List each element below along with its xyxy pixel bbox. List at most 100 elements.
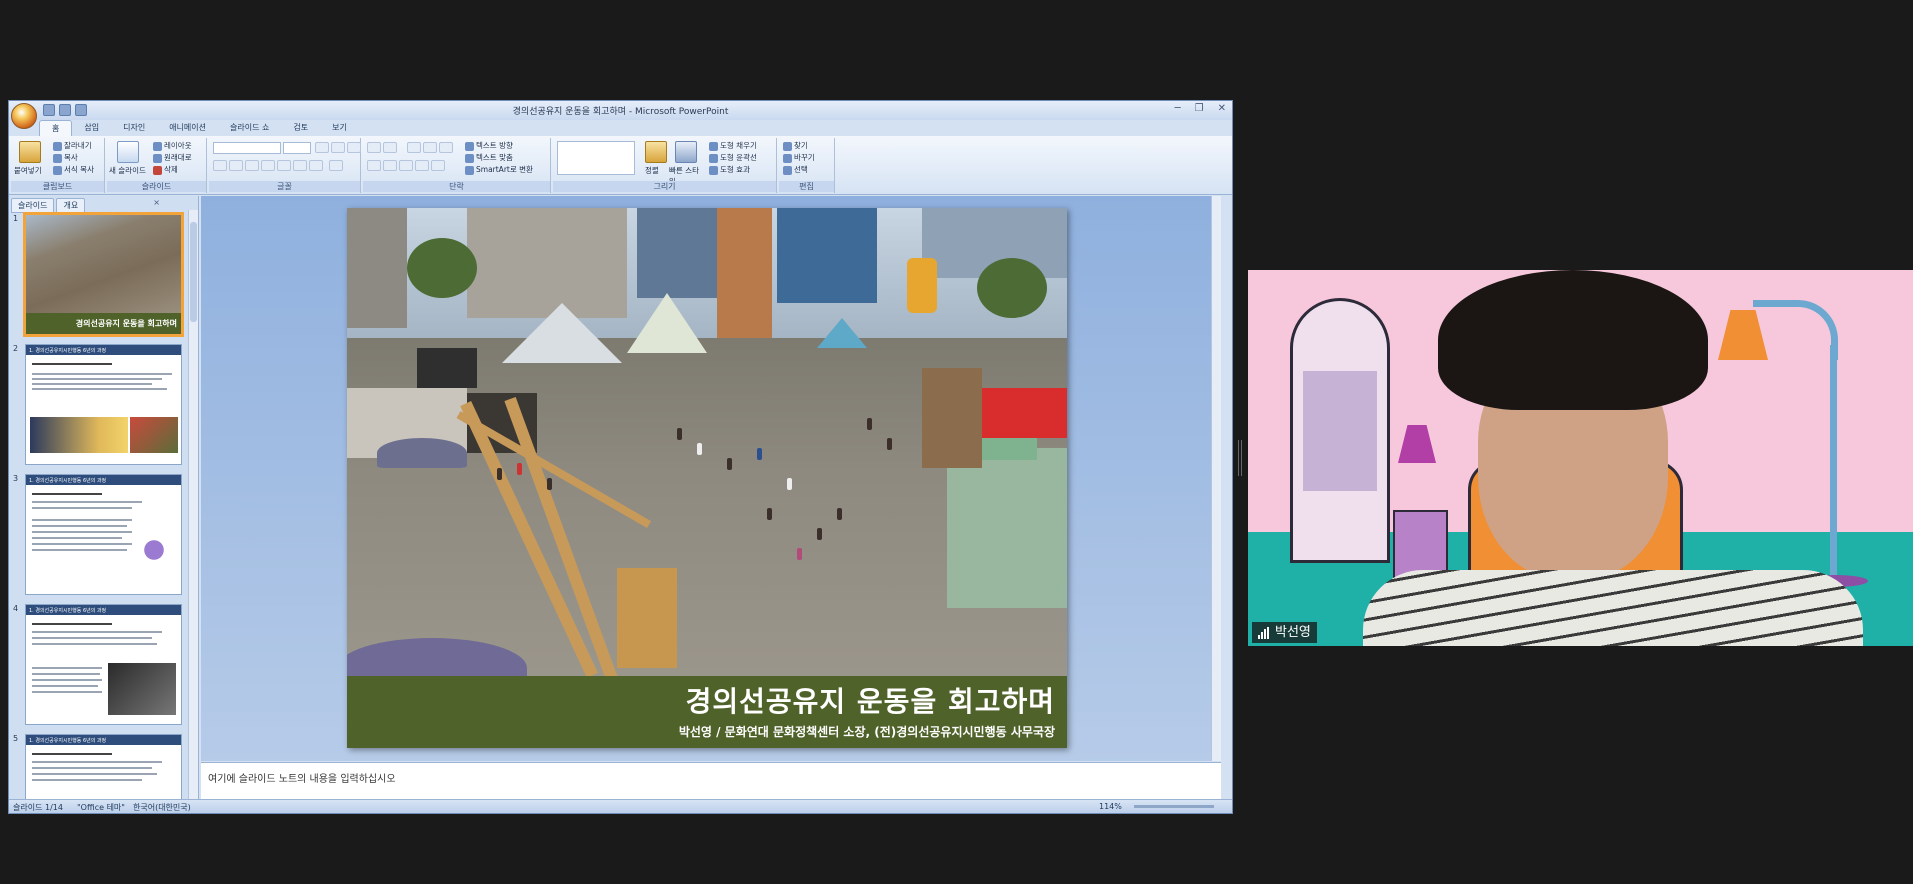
building: [347, 208, 407, 328]
thumbnail-text-line: [32, 643, 157, 645]
align-center-button[interactable]: [383, 160, 397, 171]
underline-button[interactable]: [245, 160, 259, 171]
thumbnail-text-line: [32, 549, 127, 551]
thumbnail-text-line: [32, 537, 122, 539]
shrink-font-button[interactable]: [331, 142, 345, 153]
grow-font-button[interactable]: [315, 142, 329, 153]
smartart-button[interactable]: SmartArt로 변환: [465, 164, 533, 175]
layout-button[interactable]: 레이아웃: [153, 140, 192, 151]
tab-slideshow[interactable]: 슬라이드 쇼: [218, 120, 281, 136]
format-painter-button[interactable]: 서식 복사: [53, 164, 94, 175]
quick-styles-icon[interactable]: [675, 141, 697, 163]
align-right-button[interactable]: [399, 160, 413, 171]
background-doorway: [1290, 298, 1390, 563]
tab-animations[interactable]: 애니메이션: [157, 120, 218, 136]
restore-button[interactable]: ❐: [1195, 103, 1204, 114]
slide-thumbnail-4[interactable]: 1. 경의선공유지시민행동 6년의 과정: [25, 604, 182, 725]
paste-icon[interactable]: [19, 141, 41, 163]
thumbnail-caption: 1. 경의선공유지시민행동 6년의 과정: [26, 735, 181, 745]
justify-button[interactable]: [415, 160, 429, 171]
tab-review[interactable]: 검토: [281, 120, 320, 136]
paste-button[interactable]: 붙여넣기: [14, 165, 42, 176]
minimize-button[interactable]: ─: [1175, 103, 1181, 114]
find-button[interactable]: 찾기: [783, 140, 808, 151]
new-slide-icon[interactable]: [117, 141, 139, 163]
notes-placeholder[interactable]: 여기에 슬라이드 노트의 내용을 입력하십시오: [208, 770, 396, 785]
pane-close-button[interactable]: ×: [153, 198, 160, 207]
new-slide-button[interactable]: 새 슬라이드: [109, 165, 149, 176]
align-left-button[interactable]: [367, 160, 381, 171]
cut-button[interactable]: 잘라내기: [53, 140, 92, 151]
tab-insert[interactable]: 삽입: [72, 120, 111, 136]
italic-button[interactable]: [229, 160, 243, 171]
thumbnail-image: [108, 663, 176, 715]
reset-button[interactable]: 원래대로: [153, 152, 192, 163]
split-handle[interactable]: [1238, 440, 1242, 476]
ribbon: 붙여넣기 잘라내기 복사 서식 복사 클립보드 새 슬라이드 레이아웃 원래대로…: [9, 136, 1232, 195]
shape-effects-button[interactable]: 도형 효과: [709, 164, 750, 175]
line-spacing-button[interactable]: [439, 142, 453, 153]
slide-thumbnail-5[interactable]: 1. 경의선공유지시민행동 6년의 과정: [25, 734, 182, 800]
font-name-box[interactable]: [213, 142, 281, 154]
select-button[interactable]: 선택: [783, 164, 808, 175]
bold-button[interactable]: [213, 160, 227, 171]
slide-subtitle[interactable]: 박선영 / 문화연대 문화정책센터 소장, (전)경의선공유지시민행동 사무국장: [679, 723, 1055, 740]
spacing-button[interactable]: [293, 160, 307, 171]
columns-button[interactable]: [431, 160, 445, 171]
slide-thumbnail-1[interactable]: 경의선공유지 운동을 회고하며: [23, 212, 184, 337]
delete-slide-button[interactable]: 삭제: [153, 164, 178, 175]
person: [517, 463, 522, 475]
slide-title[interactable]: 경의선공유지 운동을 회고하며: [686, 680, 1055, 720]
replace-button[interactable]: 바꾸기: [783, 152, 815, 163]
notes-pane[interactable]: 여기에 슬라이드 노트의 내용을 입력하십시오: [201, 762, 1221, 799]
strikethrough-button[interactable]: [261, 160, 275, 171]
text-direction-button[interactable]: 텍스트 방향: [465, 140, 513, 151]
zoom-slider[interactable]: [1134, 805, 1214, 808]
thumbnail-text-line: [32, 691, 102, 693]
shape-fill-button[interactable]: 도형 채우기: [709, 140, 757, 151]
thumbnail-list: 1 경의선공유지 운동을 회고하며 2 1. 경의선공유지시민행동 6년의 과정…: [9, 210, 187, 800]
reset-icon: [153, 153, 162, 163]
slide-thumbnail-2[interactable]: 1. 경의선공유지시민행동 6년의 과정: [25, 344, 182, 465]
slide-scrollbar[interactable]: [1211, 196, 1221, 761]
arrange-icon[interactable]: [645, 141, 667, 163]
thumbnail-text-line: [32, 623, 112, 625]
copy-button[interactable]: 복사: [53, 152, 78, 163]
shapes-gallery[interactable]: [557, 141, 635, 175]
participant-name: 박선영: [1275, 625, 1311, 640]
tab-home[interactable]: 홈: [39, 120, 73, 136]
font-size-box[interactable]: [283, 142, 311, 154]
close-button[interactable]: ✕: [1218, 103, 1226, 114]
office-button[interactable]: [11, 103, 37, 129]
effects-icon: [709, 165, 718, 175]
thumbnail-scrollbar[interactable]: [188, 210, 198, 800]
clear-format-button[interactable]: [347, 142, 361, 153]
slide-thumbnail-3[interactable]: 1. 경의선공유지시민행동 6년의 과정: [25, 474, 182, 595]
thumbnail-caption: 경의선공유지 운동을 회고하며: [26, 313, 181, 334]
participant-video[interactable]: 박선영: [1248, 270, 1913, 646]
align-text-button[interactable]: 텍스트 맞춤: [465, 152, 513, 163]
change-case-button[interactable]: [309, 160, 323, 171]
decrease-indent-button[interactable]: [407, 142, 421, 153]
scrollbar-thumb[interactable]: [190, 222, 197, 322]
font-color-button[interactable]: [329, 160, 343, 171]
booth: [922, 368, 982, 468]
thumbnail-text-line: [32, 507, 132, 509]
numbering-button[interactable]: [383, 142, 397, 153]
bullets-button[interactable]: [367, 142, 381, 153]
thumbnail-text-line: [32, 388, 167, 390]
zoom-level[interactable]: 114%: [1099, 802, 1122, 811]
tab-design[interactable]: 디자인: [111, 120, 157, 136]
increase-indent-button[interactable]: [423, 142, 437, 153]
title-bar: 경의선공유지 운동을 회고하며 - Microsoft PowerPoint ─…: [9, 101, 1232, 120]
clipboard-group-label: 클립보드: [11, 181, 104, 192]
tab-view[interactable]: 보기: [320, 120, 359, 136]
current-slide[interactable]: 경의선공유지 운동을 회고하며 박선영 / 문화연대 문화정책센터 소장, (전…: [347, 208, 1067, 748]
arrange-button[interactable]: 정렬: [645, 165, 659, 176]
building: [717, 208, 772, 338]
shape-outline-button[interactable]: 도형 윤곽선: [709, 152, 757, 163]
language[interactable]: 한국어(대한민국): [133, 802, 191, 813]
shadow-button[interactable]: [277, 160, 291, 171]
thumbnail-text-line: [32, 667, 102, 669]
booth: [417, 348, 477, 388]
